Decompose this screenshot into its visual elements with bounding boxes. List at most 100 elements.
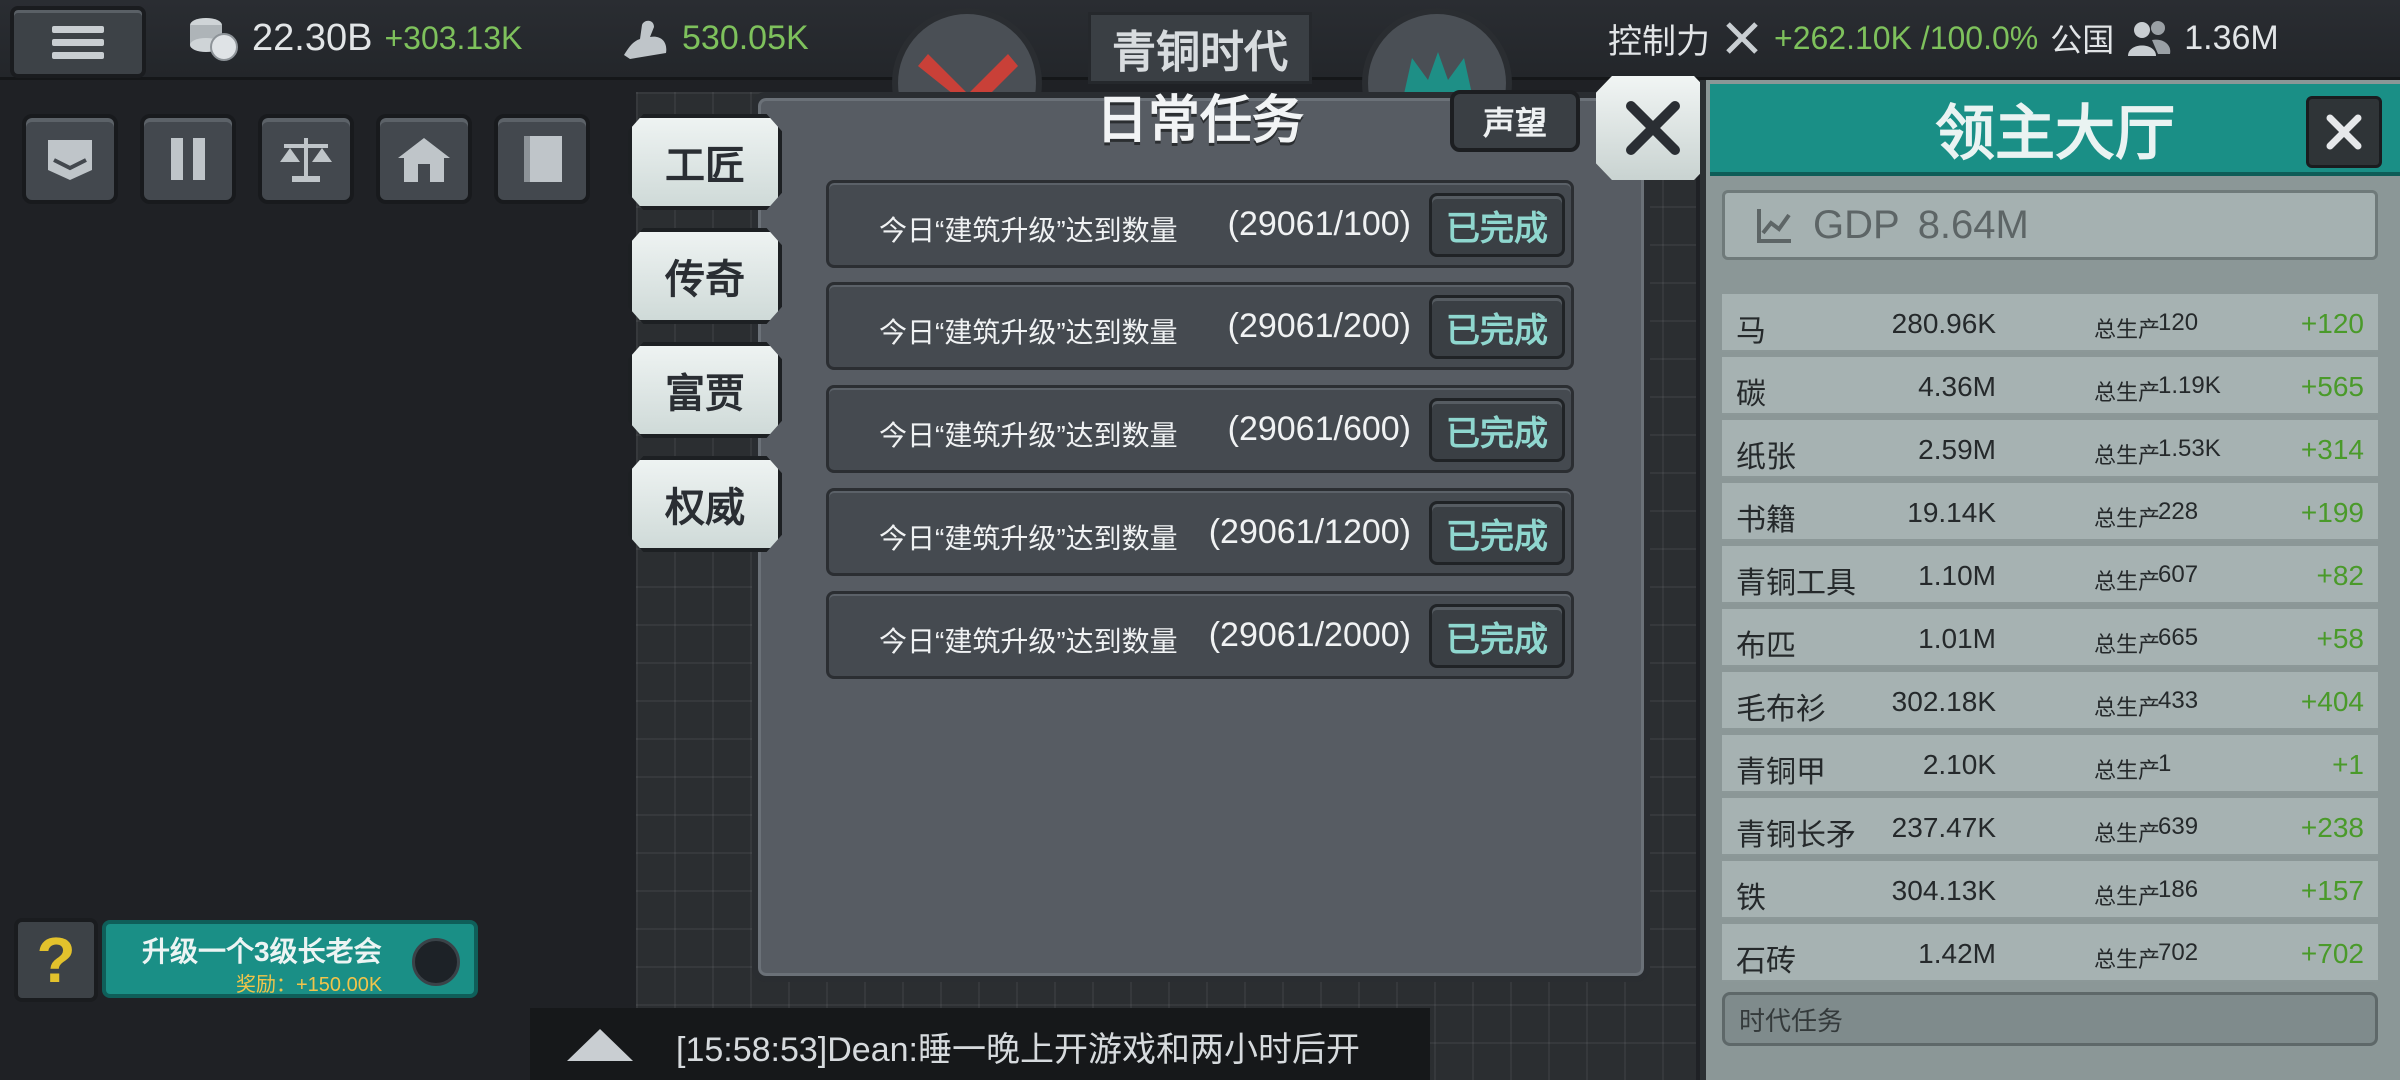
resource-row[interactable]: 碳 4.36M 总生产 1.19K +565 xyxy=(1722,357,2378,415)
gold-value: 22.30B xyxy=(252,16,373,59)
resource-production-label: 总生产 xyxy=(2094,695,2161,720)
task-complete-button[interactable]: 已完成 xyxy=(1429,193,1565,257)
resource-row[interactable]: 青铜甲 2.10K 总生产 1 +1 xyxy=(1722,735,2378,793)
resource-production-label: 总生产 xyxy=(2094,758,2161,783)
task-description: 今日“建筑升级”达到数量 xyxy=(879,626,1178,657)
era-title: 青铜时代 xyxy=(1088,12,1312,84)
resource-amount: 19.14K xyxy=(1907,497,1996,528)
coins-icon xyxy=(186,13,240,63)
house-button[interactable] xyxy=(376,114,472,204)
resource-row[interactable]: 石砖 1.42M 总生产 702 +702 xyxy=(1722,924,2378,982)
quest-orb-icon xyxy=(412,938,460,986)
chat-message: [15:58:53]Dean:睡一晚上开游戏和两小时后开 xyxy=(676,1031,1360,1069)
resource-amount: 1.01M xyxy=(1918,623,1996,654)
task-description: 今日“建筑升级”达到数量 xyxy=(879,523,1178,554)
question-mark-icon: ? xyxy=(36,924,76,996)
resource-amount: 237.47K xyxy=(1891,812,1996,843)
task-row: 今日“建筑升级”达到数量 (29061/200) 已完成 xyxy=(826,282,1574,370)
hamburger-icon xyxy=(52,20,104,65)
gdp-bar: GDP 8.64M xyxy=(1722,190,2378,260)
help-button[interactable]: ? xyxy=(14,918,98,1002)
resource-production-label: 总生产 xyxy=(2094,884,2161,909)
quest-reward: 奖励：+150.00K xyxy=(236,974,383,996)
resource-row[interactable]: 书籍 19.14K 总生产 228 +199 xyxy=(1722,483,2378,541)
task-description: 今日“建筑升级”达到数量 xyxy=(879,215,1178,246)
tab-legend[interactable]: 传奇 xyxy=(628,228,782,324)
resource-amount: 4.36M xyxy=(1918,371,1996,402)
banner-button[interactable] xyxy=(22,114,118,204)
task-complete-button[interactable]: 已完成 xyxy=(1429,501,1565,565)
balance-button[interactable] xyxy=(258,114,354,204)
resource-name: 纸张 xyxy=(1736,441,1796,474)
resource-name: 书籍 xyxy=(1736,504,1796,537)
resource-row[interactable]: 毛布衫 302.18K 总生产 433 +404 xyxy=(1722,672,2378,730)
control-label: 控制力 xyxy=(1608,22,1710,61)
task-progress: (29061/200) xyxy=(1227,307,1411,345)
close-daily-tasks-button[interactable] xyxy=(1596,76,1710,180)
resource-production-label: 总生产 xyxy=(2094,380,2161,405)
task-complete-button[interactable]: 已完成 xyxy=(1429,604,1565,668)
resource-row[interactable]: 布匹 1.01M 总生产 665 +58 xyxy=(1722,609,2378,667)
gold-rate: +303.13K xyxy=(384,19,523,56)
resource-amount: 280.96K xyxy=(1891,308,1996,339)
resource-production: 1.53K xyxy=(2158,435,2221,462)
tab-merchant[interactable]: 富贾 xyxy=(628,342,782,438)
resource-name: 铁 xyxy=(1736,882,1766,915)
task-progress: (29061/100) xyxy=(1227,205,1411,243)
book-button[interactable] xyxy=(494,114,590,204)
task-progress: (29061/600) xyxy=(1227,410,1411,448)
control-value: +262.10K /100.0% xyxy=(1774,19,2039,56)
power-stat: 530.05K xyxy=(620,10,809,66)
resource-delta: +120 xyxy=(2300,308,2364,339)
task-description: 今日“建筑升级”达到数量 xyxy=(879,317,1178,348)
main-menu-button[interactable] xyxy=(10,6,146,78)
people-icon xyxy=(2126,18,2172,58)
resource-name: 碳 xyxy=(1736,378,1766,411)
resource-delta: +199 xyxy=(2300,497,2364,528)
banner-icon xyxy=(48,140,92,180)
house-icon xyxy=(398,138,450,182)
task-complete-button[interactable]: 已完成 xyxy=(1429,295,1565,359)
resource-row[interactable]: 马 280.96K 总生产 120 +120 xyxy=(1722,294,2378,352)
quest-title: 升级一个3级长老会 xyxy=(142,936,382,967)
close-icon xyxy=(2326,114,2362,150)
task-description: 今日“建筑升级”达到数量 xyxy=(879,420,1178,451)
quest-tracker[interactable]: 升级一个3级长老会 奖励：+150.00K xyxy=(102,920,478,998)
resource-production: 228 xyxy=(2158,498,2199,525)
resource-production-label: 总生产 xyxy=(2094,506,2161,531)
resource-delta: +565 xyxy=(2300,371,2364,402)
resource-row[interactable]: 纸张 2.59M 总生产 1.53K +314 xyxy=(1722,420,2378,478)
resource-delta: +157 xyxy=(2300,875,2364,906)
resource-production: 1.19K xyxy=(2158,372,2221,399)
daily-tasks-title: 日常任务 xyxy=(1095,92,1304,150)
resource-delta: +404 xyxy=(2300,686,2364,717)
tab-authority[interactable]: 权威 xyxy=(628,456,782,552)
gold-stat: 22.30B +303.13K xyxy=(186,10,522,66)
resource-delta: +58 xyxy=(2316,623,2365,654)
resource-production-label: 总生产 xyxy=(2094,443,2161,468)
tab-craftsman[interactable]: 工匠 xyxy=(628,114,782,210)
task-progress: (29061/2000) xyxy=(1208,616,1411,654)
resource-amount: 1.42M xyxy=(1918,938,1996,969)
resource-row[interactable]: 青铜长矛 237.47K 总生产 639 +238 xyxy=(1722,798,2378,856)
control-stat: 控制力 +262.10K /100.0% 公国 1.36M xyxy=(1608,10,2279,66)
pause-button[interactable] xyxy=(140,114,236,204)
task-row: 今日“建筑升级”达到数量 (29061/100) 已完成 xyxy=(826,180,1574,268)
era-tasks-header[interactable]: 时代任务 xyxy=(1722,992,2378,1046)
resource-row[interactable]: 青铜工具 1.10M 总生产 607 +82 xyxy=(1722,546,2378,604)
resource-delta: +82 xyxy=(2316,560,2365,591)
book-icon xyxy=(524,136,562,182)
fame-button[interactable]: 声望 xyxy=(1450,90,1580,152)
close-lord-hall-button[interactable] xyxy=(2306,96,2382,168)
balance-scale-icon xyxy=(280,138,332,182)
gdp-value: 8.64M xyxy=(1917,202,2029,247)
public-label: 公国 xyxy=(2050,22,2115,58)
task-complete-button[interactable]: 已完成 xyxy=(1429,398,1565,462)
task-row: 今日“建筑升级”达到数量 (29061/600) 已完成 xyxy=(826,385,1574,473)
close-icon xyxy=(1626,101,1680,155)
chat-expand-button[interactable] xyxy=(560,1020,640,1070)
resource-delta: +238 xyxy=(2300,812,2364,843)
resource-name: 青铜长矛 xyxy=(1736,819,1856,852)
resource-row[interactable]: 铁 304.13K 总生产 186 +157 xyxy=(1722,861,2378,919)
resource-production-label: 总生产 xyxy=(2094,947,2161,972)
